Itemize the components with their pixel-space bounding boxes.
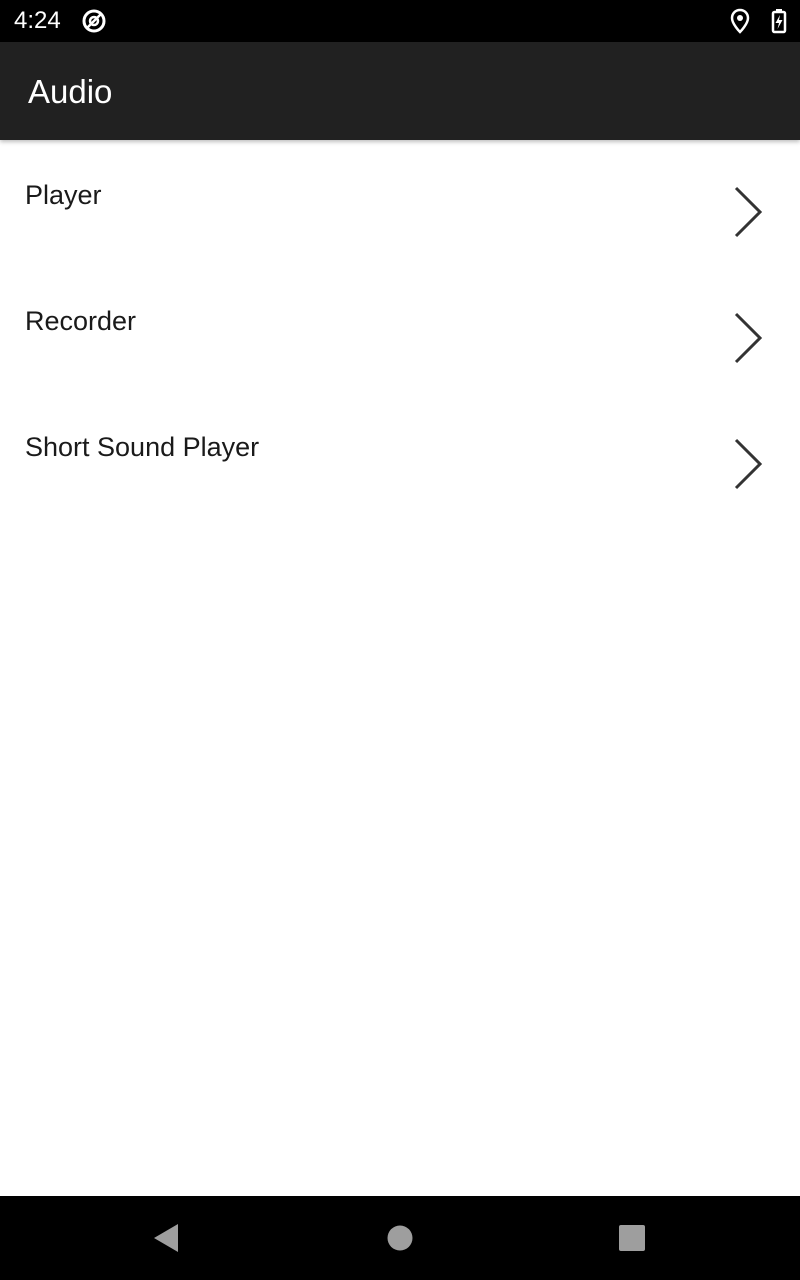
- chevron-right-icon: [734, 186, 763, 238]
- battery-charging-icon: [771, 9, 787, 34]
- chevron-right-icon: [734, 438, 763, 490]
- list-item-label: Recorder: [25, 306, 137, 336]
- list-item-label: Short Sound Player: [25, 432, 260, 462]
- list-item-short-sound-player[interactable]: Short Sound Player: [0, 394, 800, 520]
- audio-menu-list: Player Recorder Short Sound Player: [0, 142, 800, 520]
- recents-icon[interactable]: [607, 1214, 655, 1262]
- app-bar: Audio: [0, 42, 800, 140]
- status-time: 4:24: [14, 7, 61, 34]
- navigation-bar: [0, 1196, 800, 1280]
- home-icon[interactable]: [376, 1214, 424, 1262]
- list-item-recorder[interactable]: Recorder: [0, 268, 800, 394]
- chevron-right-icon: [734, 312, 763, 364]
- location-icon: [730, 8, 750, 34]
- status-bar: 4:24: [0, 0, 800, 42]
- page-title: Audio: [28, 73, 113, 110]
- data-saver-icon: [82, 9, 106, 33]
- list-item-player[interactable]: Player: [0, 142, 800, 268]
- list-item-label: Player: [25, 180, 102, 210]
- back-icon[interactable]: [142, 1214, 190, 1262]
